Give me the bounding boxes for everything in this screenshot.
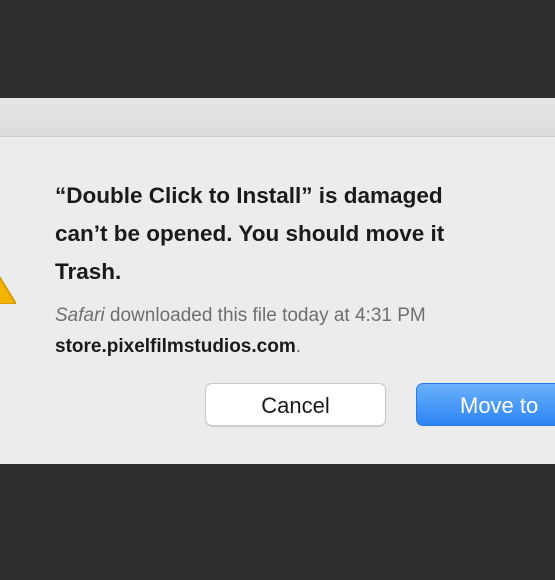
domain-suffix: . — [295, 336, 302, 357]
dialog-titlebar[interactable] — [0, 98, 555, 137]
detail-line-1: Safari downloaded this file today at 4:3… — [55, 300, 555, 331]
source-domain: store.pixelfilmstudios.com — [55, 336, 296, 357]
cancel-button[interactable]: Cancel — [205, 383, 386, 426]
headline-line-3: Trash. — [55, 259, 122, 284]
alert-headline: “Double Click to Install” is damaged can… — [55, 177, 555, 291]
downloading-app-name: Safari — [55, 305, 105, 326]
alert-dialog: “Double Click to Install” is damaged can… — [0, 98, 555, 464]
alert-detail-text: Safari downloaded this file today at 4:3… — [55, 300, 555, 362]
warning-triangle-icon — [0, 276, 16, 304]
detail-download-info: downloaded this file today at 4:31 PM — [104, 305, 426, 326]
detail-line-2: store.pixelfilmstudios.com. — [55, 331, 555, 362]
move-to-trash-button[interactable]: Move to — [416, 383, 555, 426]
headline-line-1: “Double Click to Install” is damaged — [55, 183, 443, 208]
headline-line-2: can’t be opened. You should move it — [55, 221, 445, 246]
